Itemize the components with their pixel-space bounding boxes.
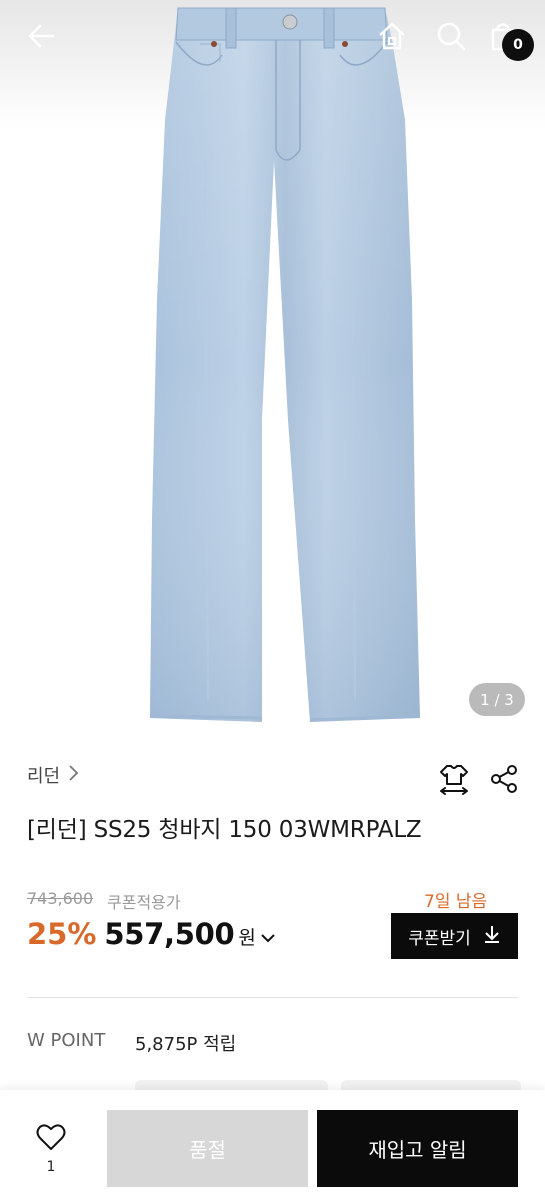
share-icon[interactable] — [487, 762, 521, 796]
cart-count-badge[interactable]: 0 — [502, 29, 534, 61]
section-divider — [27, 997, 518, 998]
soldout-button[interactable]: 품절 — [107, 1110, 308, 1187]
chevron-down-icon[interactable] — [260, 932, 276, 944]
coupon-download-button[interactable]: 쿠폰받기 — [391, 913, 518, 959]
bottom-action-bar: 1 품절 재입고 알림 — [0, 1090, 545, 1200]
search-icon[interactable] — [431, 16, 471, 56]
top-navigation: 0 — [0, 0, 545, 72]
currency-unit: 원 — [238, 927, 256, 949]
point-label: W POINT — [27, 1030, 106, 1051]
product-image-jeans[interactable] — [0, 0, 545, 735]
point-value: 5,875P 적립 — [135, 1034, 237, 1055]
product-image-gallery[interactable]: 0 1 / 3 — [0, 0, 545, 735]
restock-alert-button[interactable]: 재입고 알림 — [317, 1110, 518, 1187]
back-arrow-icon[interactable] — [21, 16, 61, 56]
home-icon[interactable] — [372, 16, 412, 56]
price-row[interactable]: 25% 557,500 원 — [27, 917, 276, 951]
brand-name: 리던 — [27, 766, 61, 787]
sale-price: 557,500 — [104, 917, 235, 951]
coupon-price-note: 쿠폰적용가 — [107, 893, 181, 912]
chevron-right-icon — [68, 764, 80, 786]
brand-link[interactable]: 리던 — [27, 762, 80, 788]
download-icon — [483, 924, 501, 949]
product-tools — [437, 762, 521, 796]
discount-rate: 25% — [27, 917, 97, 951]
wishlist-button[interactable]: 1 — [27, 1123, 75, 1179]
image-page-counter: 1 / 3 — [469, 683, 525, 716]
original-price: 743,600 — [27, 889, 94, 908]
heart-icon — [36, 1123, 66, 1155]
wishlist-count: 1 — [46, 1159, 56, 1175]
coupon-button-label: 쿠폰받기 — [408, 928, 471, 949]
size-guide-shirt-icon[interactable] — [437, 762, 471, 796]
days-left-label: 7일 남음 — [424, 892, 488, 912]
product-title: [리던] SS25 청바지 150 03WMRPALZ — [27, 817, 422, 843]
